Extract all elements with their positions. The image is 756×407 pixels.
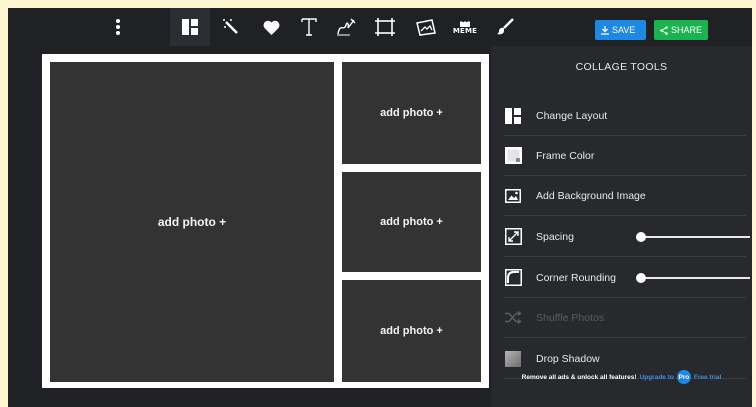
tool-shuffle-photos: Shuffle Photos (504, 298, 746, 338)
slider-thumb[interactable] (636, 231, 646, 242)
tool-label: Frame Color (536, 149, 595, 162)
crop-icon[interactable] (365, 8, 405, 46)
spacing-slider[interactable] (636, 231, 750, 243)
share-button-label: SHARE (670, 25, 702, 35)
spacing-icon (504, 228, 522, 246)
pro-badge[interactable]: Pro (676, 370, 691, 384)
save-button-label: SAVE (612, 25, 636, 35)
slider-track (640, 276, 750, 279)
download-icon (601, 25, 609, 35)
photo-slot-1[interactable]: add photo + (50, 62, 334, 382)
photo-slot-4[interactable]: add photo + (342, 280, 481, 382)
canvas-area: add photo + add photo + add photo + add … (8, 46, 491, 407)
top-toolbar: MEME SAVE SHARE (8, 8, 752, 46)
tool-change-layout[interactable]: Change Layout (504, 96, 746, 136)
layout-icon (504, 107, 522, 125)
upgrade-link[interactable]: Upgrade to (640, 374, 674, 381)
collage-tools-panel: COLLAGE TOOLS Change Layout Frame Color … (491, 46, 752, 407)
free-trial-link[interactable]: Free trial (694, 374, 721, 381)
frame-color-icon (504, 147, 522, 165)
corner-rounding-icon (504, 269, 522, 287)
tool-label: Spacing (536, 230, 574, 243)
tool-label: Add Background Image (536, 189, 646, 202)
tool-label: Drop Shadow (536, 352, 600, 365)
collage-editor-app: MEME SAVE SHARE add photo + add photo + … (8, 8, 752, 407)
tool-label: Shuffle Photos (536, 311, 605, 324)
meme-label: MEME (452, 27, 478, 35)
layout-icon[interactable] (170, 8, 210, 46)
text-icon[interactable] (289, 8, 329, 46)
tool-corner-rounding[interactable]: Corner Rounding (504, 258, 750, 298)
magic-wand-icon[interactable] (211, 8, 251, 46)
tool-spacing[interactable]: Spacing (504, 217, 750, 257)
drop-shadow-icon (504, 350, 522, 368)
upgrade-promo: Remove all ads & unlock all features! Up… (491, 366, 752, 388)
shuffle-icon (504, 309, 522, 327)
image-frame-icon[interactable] (406, 8, 446, 46)
slider-track (640, 235, 750, 238)
tool-label: Corner Rounding (536, 271, 616, 284)
tool-frame-color[interactable]: Frame Color (504, 136, 746, 176)
share-button[interactable]: SHARE (654, 20, 708, 40)
photo-slot-2[interactable]: add photo + (342, 62, 481, 164)
slider-thumb[interactable] (636, 272, 646, 283)
tool-add-background-image[interactable]: Add Background Image (504, 176, 746, 216)
share-icon (660, 25, 668, 35)
meme-icon[interactable]: MEME (445, 8, 485, 46)
image-icon (504, 187, 522, 205)
tool-label: Change Layout (536, 109, 608, 122)
collage-frame: add photo + add photo + add photo + add … (42, 54, 489, 388)
heart-icon[interactable] (251, 8, 291, 46)
save-button[interactable]: SAVE (595, 20, 646, 40)
corner-rounding-slider[interactable] (636, 272, 750, 284)
photo-slot-3[interactable]: add photo + (342, 172, 481, 272)
paint-brush-icon[interactable] (485, 8, 525, 46)
panel-title: COLLAGE TOOLS (575, 60, 668, 73)
more-vertical-icon[interactable] (98, 8, 138, 46)
promo-text: Remove all ads & unlock all features! (521, 373, 637, 381)
doodle-icon[interactable] (326, 8, 366, 46)
